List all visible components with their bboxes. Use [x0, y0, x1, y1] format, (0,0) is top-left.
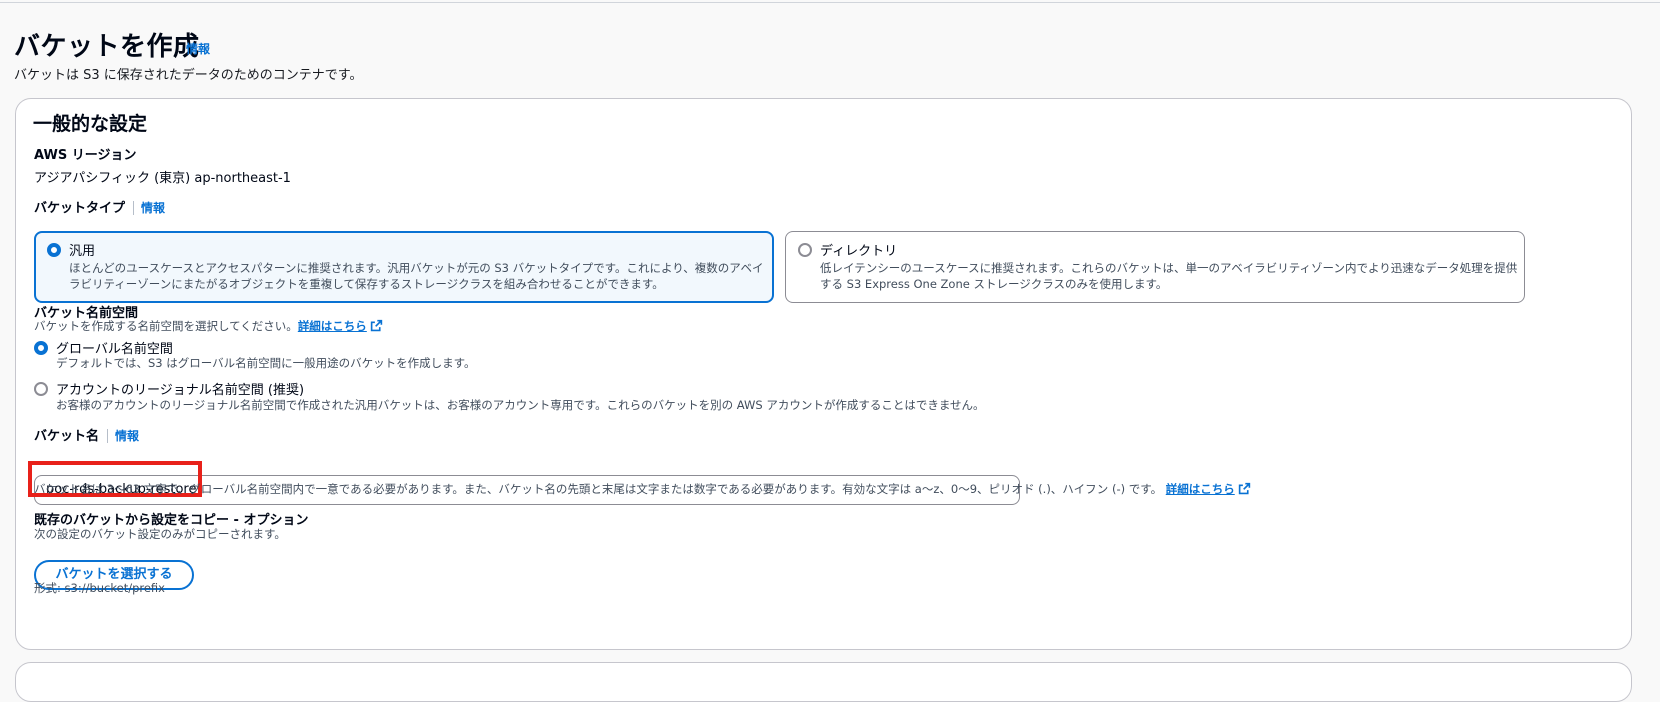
bucket-type-label: バケットタイプ [34, 201, 126, 216]
page-subtitle: バケットは S3 に保存されたデータのためのコンテナです。 [14, 68, 363, 83]
bucket-type-directory-tile[interactable]: ディレクトリ 低レイテンシーのユースケースに推奨されます。これらのバケットは、単… [785, 231, 1525, 303]
bucket-name-label: バケット名 [34, 429, 100, 444]
directory-title: ディレクトリ [820, 244, 898, 259]
directory-desc-line-1: 低レイテンシーのユースケースに推奨されます。これらのバケットは、単一のアベイラビ… [820, 261, 1518, 275]
page-title: バケットを作成 [14, 32, 200, 62]
bucket-type-general-purpose-tile[interactable]: 汎用 ほとんどのユースケースとアクセスパターンに推奨されます。汎用バケットが元の… [34, 231, 774, 303]
next-settings-panel [15, 662, 1632, 702]
regional-namespace-radio[interactable] [34, 382, 48, 396]
namespace-desc-row: バケットを作成する名前空間を選択してください。詳細はこちら [34, 318, 383, 334]
bucket-name-info-link[interactable]: 情報 [115, 429, 139, 443]
copy-settings-desc: 次の設定のバケット設定のみがコピーされます。 [34, 527, 286, 541]
general-purpose-desc-line-1: ほとんどのユースケースとアクセスパターンに推奨されます。汎用バケットが元の S3… [69, 261, 764, 275]
bucket-name-hint: バケット名は 3〜63 文字で、グローバル名前空間内で一意である必要があります。… [34, 482, 1163, 496]
global-namespace-radio[interactable] [34, 341, 48, 355]
global-namespace-desc: デフォルトでは、S3 はグローバル名前空間に一般用途のバケットを作成します。 [56, 356, 476, 370]
external-link-icon[interactable] [370, 319, 383, 332]
directory-desc-line-2: する S3 Express One Zone ストレージクラスのみを使用します。 [820, 277, 1168, 291]
top-divider [0, 2, 1660, 3]
copy-settings-format: 形式: s3://bucket/prefix [34, 581, 165, 595]
general-settings-heading: 一般的な設定 [33, 113, 148, 135]
directory-radio[interactable] [798, 243, 812, 257]
bucket-name-learn-more-link[interactable]: 詳細はこちら [1166, 482, 1235, 496]
bucket-name-hint-row: バケット名は 3〜63 文字で、グローバル名前空間内で一意である必要があります。… [34, 481, 1251, 497]
bucket-type-label-row: バケットタイプ 情報 [34, 197, 165, 216]
regional-namespace-desc: お客様のアカウントのリージョナル名前空間で作成された汎用バケットは、お客様のアカ… [56, 398, 985, 412]
external-link-icon[interactable] [1238, 482, 1251, 495]
regional-namespace-title[interactable]: アカウントのリージョナル名前空間 (推奨) [56, 379, 304, 398]
label-separator [133, 200, 135, 215]
label-separator [107, 428, 109, 443]
namespace-learn-more-link[interactable]: 詳細はこちら [298, 319, 367, 333]
general-purpose-title: 汎用 [69, 244, 96, 259]
region-value: アジアパシフィック (東京) ap-northeast-1 [34, 171, 291, 186]
region-label: AWS リージョン [34, 148, 137, 163]
general-purpose-desc-line-2: ラビリティーゾーンにまたがるオブジェクトを重複して保存するストレージクラスを組み… [69, 277, 664, 291]
bucket-name-label-row: バケット名 情報 [34, 425, 139, 444]
bucket-type-info-link[interactable]: 情報 [141, 201, 165, 215]
title-info-link[interactable]: 情報 [186, 40, 210, 57]
general-purpose-radio[interactable] [47, 243, 61, 257]
namespace-desc: バケットを作成する名前空間を選択してください。 [34, 319, 298, 333]
